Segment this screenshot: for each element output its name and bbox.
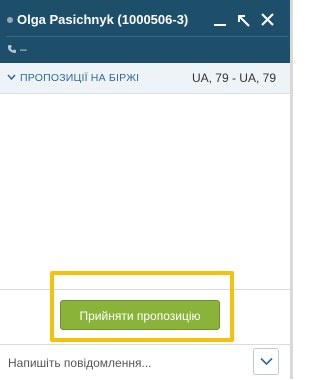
offers-bar-label: ПРОПОЗИЦІЇ НА БІРЖІ — [20, 72, 140, 84]
close-icon — [261, 13, 274, 26]
minimize-icon — [214, 24, 226, 26]
offers-bar-route: UA, 79 - UA, 79 — [191, 71, 276, 85]
phone-icon — [7, 45, 16, 53]
phone-number: – — [20, 42, 27, 56]
message-composer — [0, 344, 290, 380]
chevron-down-icon — [260, 357, 273, 366]
message-input[interactable] — [6, 353, 248, 373]
status-dot-icon — [7, 17, 13, 23]
popout-button[interactable] — [234, 8, 254, 30]
offers-bar[interactable]: ПРОПОЗИЦІЇ НА БІРЖІ UA, 79 - UA, 79 — [0, 63, 290, 94]
message-area[interactable] — [0, 94, 290, 289]
contact-name: Olga Pasichnyk (1000506-3) — [17, 12, 189, 27]
header-divider — [6, 36, 288, 37]
popout-icon — [238, 15, 250, 27]
close-button[interactable] — [258, 8, 278, 30]
chat-header: Olga Pasichnyk (1000506-3) – — [0, 0, 290, 63]
minimize-button[interactable] — [210, 8, 230, 30]
chat-window: Olga Pasichnyk (1000506-3) – ПРОПОЗИЦІЇ … — [0, 0, 293, 380]
chevron-down-icon — [7, 74, 16, 81]
accept-offer-button[interactable]: Прийняти пропозицію — [60, 300, 220, 330]
expand-button[interactable] — [253, 348, 279, 375]
